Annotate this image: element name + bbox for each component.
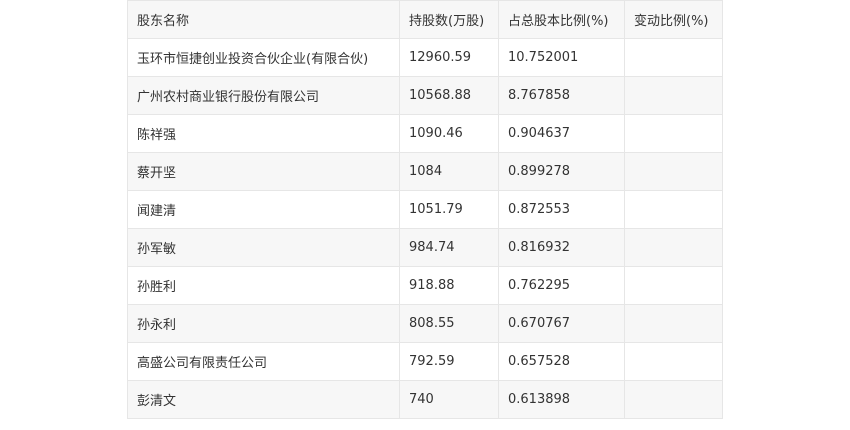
cell-shares-held: 918.88: [399, 266, 499, 305]
cell-shareholder-name: 孙军敏: [127, 228, 400, 267]
cell-change-ratio: [624, 114, 723, 153]
shareholder-table-container: 股东名称 持股数(万股) 占总股本比例(%) 变动比例(%) 玉环市恒捷创业投资…: [127, 0, 723, 419]
cell-share-ratio: 0.657528: [498, 342, 625, 381]
cell-shareholder-name: 彭清文: [127, 380, 400, 419]
table-row: 高盛公司有限责任公司 792.59 0.657528: [127, 342, 723, 381]
cell-change-ratio: [624, 76, 723, 115]
cell-shareholder-name: 玉环市恒捷创业投资合伙企业(有限合伙): [127, 38, 400, 77]
header-shares-held: 持股数(万股): [399, 0, 499, 39]
cell-share-ratio: 8.767858: [498, 76, 625, 115]
cell-change-ratio: [624, 342, 723, 381]
cell-share-ratio: 0.762295: [498, 266, 625, 305]
cell-shares-held: 10568.88: [399, 76, 499, 115]
cell-shares-held: 808.55: [399, 304, 499, 343]
table-row: 彭清文 740 0.613898: [127, 380, 723, 419]
cell-change-ratio: [624, 38, 723, 77]
table-row: 孙军敏 984.74 0.816932: [127, 228, 723, 267]
cell-change-ratio: [624, 304, 723, 343]
cell-shares-held: 792.59: [399, 342, 499, 381]
cell-shareholder-name: 闻建清: [127, 190, 400, 229]
cell-shareholder-name: 陈祥强: [127, 114, 400, 153]
table-row: 陈祥强 1090.46 0.904637: [127, 114, 723, 153]
cell-shares-held: 1084: [399, 152, 499, 191]
cell-share-ratio: 0.670767: [498, 304, 625, 343]
cell-share-ratio: 0.872553: [498, 190, 625, 229]
cell-shareholder-name: 高盛公司有限责任公司: [127, 342, 400, 381]
cell-change-ratio: [624, 190, 723, 229]
cell-share-ratio: 0.899278: [498, 152, 625, 191]
table-row: 广州农村商业银行股份有限公司 10568.88 8.767858: [127, 76, 723, 115]
cell-shares-held: 1051.79: [399, 190, 499, 229]
table-header-row: 股东名称 持股数(万股) 占总股本比例(%) 变动比例(%): [127, 0, 723, 39]
header-shareholder-name: 股东名称: [127, 0, 400, 39]
shareholder-table: 股东名称 持股数(万股) 占总股本比例(%) 变动比例(%) 玉环市恒捷创业投资…: [127, 0, 723, 419]
cell-share-ratio: 0.816932: [498, 228, 625, 267]
cell-shares-held: 12960.59: [399, 38, 499, 77]
header-change-ratio: 变动比例(%): [624, 0, 723, 39]
table-row: 蔡开坚 1084 0.899278: [127, 152, 723, 191]
cell-share-ratio: 10.752001: [498, 38, 625, 77]
cell-shareholder-name: 孙胜利: [127, 266, 400, 305]
cell-shareholder-name: 广州农村商业银行股份有限公司: [127, 76, 400, 115]
cell-share-ratio: 0.904637: [498, 114, 625, 153]
cell-shareholder-name: 蔡开坚: [127, 152, 400, 191]
cell-shareholder-name: 孙永利: [127, 304, 400, 343]
header-share-ratio: 占总股本比例(%): [498, 0, 625, 39]
cell-change-ratio: [624, 380, 723, 419]
table-row: 孙永利 808.55 0.670767: [127, 304, 723, 343]
cell-share-ratio: 0.613898: [498, 380, 625, 419]
cell-change-ratio: [624, 266, 723, 305]
cell-shares-held: 1090.46: [399, 114, 499, 153]
table-row: 闻建清 1051.79 0.872553: [127, 190, 723, 229]
cell-shares-held: 984.74: [399, 228, 499, 267]
table-row: 孙胜利 918.88 0.762295: [127, 266, 723, 305]
cell-change-ratio: [624, 228, 723, 267]
cell-change-ratio: [624, 152, 723, 191]
cell-shares-held: 740: [399, 380, 499, 419]
table-row: 玉环市恒捷创业投资合伙企业(有限合伙) 12960.59 10.752001: [127, 38, 723, 77]
